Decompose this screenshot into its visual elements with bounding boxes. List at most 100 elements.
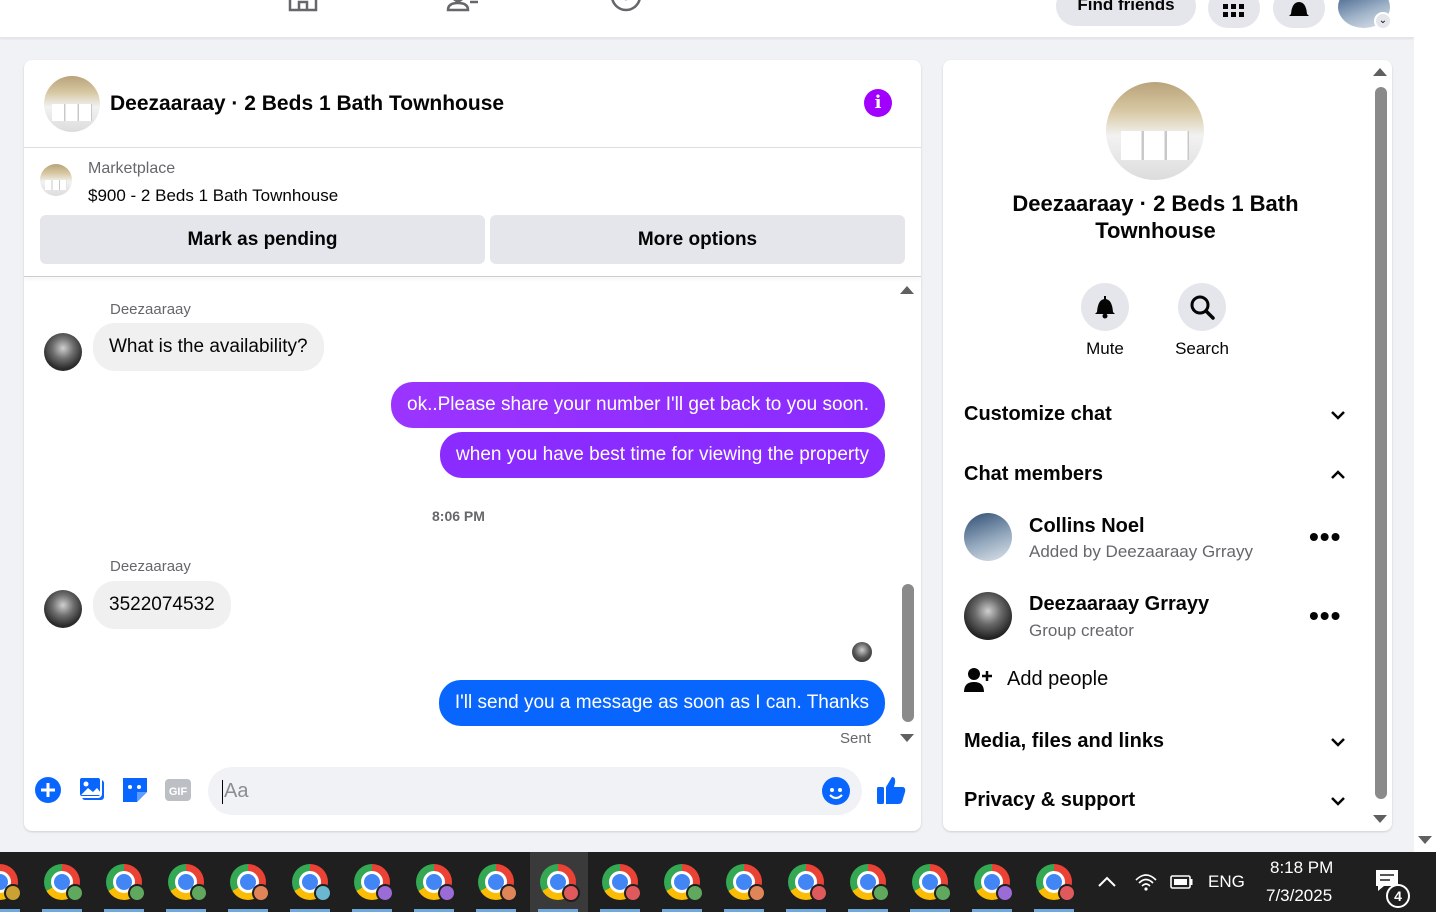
profile-badge-icon [128, 884, 146, 902]
notifications-icon [1289, 2, 1309, 16]
chrome-taskbar-icon[interactable] [788, 864, 828, 902]
profile-badge-icon [190, 884, 208, 902]
profile-badge-icon [66, 884, 84, 902]
mute-button[interactable] [1081, 283, 1129, 331]
profile-badge-icon [934, 884, 952, 902]
chrome-taskbar-icon[interactable] [292, 864, 332, 902]
taskbar: ENG 8:18 PM 7/3/2025 4 [0, 852, 1436, 912]
groups-icon[interactable] [609, 0, 643, 18]
chat-members-section[interactable]: Chat members [964, 463, 1348, 486]
sticker-icon[interactable] [121, 776, 149, 804]
chrome-taskbar-icon[interactable] [354, 864, 394, 902]
incoming-message[interactable]: What is the availability? [93, 323, 324, 371]
search-button[interactable] [1178, 283, 1226, 331]
message-sender: Deezaaraay [110, 558, 191, 575]
more-options-button[interactable]: More options [490, 215, 905, 264]
home-icon[interactable] [286, 0, 320, 18]
message-input[interactable]: Aa [208, 767, 862, 815]
customize-chat-section[interactable]: Customize chat [964, 403, 1348, 426]
battery-icon[interactable] [1168, 874, 1194, 890]
emoji-icon[interactable] [822, 777, 850, 805]
friends-icon[interactable] [446, 0, 480, 18]
listing-title[interactable]: $900 - 2 Beds 1 Bath Townhouse [88, 186, 338, 206]
language-indicator[interactable]: ENG [1208, 872, 1245, 892]
profile-badge-icon [748, 884, 766, 902]
panel-scroll-down-arrow[interactable] [1373, 815, 1387, 823]
chat-info-name: Deezaaraay · 2 Beds 1 Bath Townhouse [1012, 191, 1299, 243]
chevron-down-icon[interactable]: ⌄ [1374, 12, 1392, 30]
media-files-links-section[interactable]: Media, files and links [964, 730, 1348, 753]
chrome-taskbar-icon[interactable] [168, 864, 208, 902]
chat-panel: Deezaaraay · 2 Beds 1 Bath Townhouse i M… [24, 60, 921, 831]
chrome-taskbar-icon[interactable] [974, 864, 1014, 902]
find-friends-button[interactable]: Find friends [1056, 0, 1196, 26]
chrome-taskbar-icon[interactable] [478, 864, 518, 902]
chrome-taskbar-icon[interactable] [850, 864, 890, 902]
member-options-icon[interactable]: ••• [1309, 602, 1341, 630]
chrome-taskbar-icon[interactable] [106, 864, 146, 902]
outgoing-message[interactable]: when you have best time for viewing the … [440, 432, 885, 478]
menu-grid-button[interactable] [1208, 0, 1260, 28]
wifi-icon[interactable] [1134, 872, 1158, 892]
profile-badge-icon [4, 884, 22, 902]
notifications-button[interactable] [1273, 0, 1325, 28]
svg-text:GIF: GIF [169, 786, 188, 798]
scroll-down-arrow[interactable] [900, 734, 914, 742]
add-people-button[interactable]: Add people [1007, 668, 1108, 691]
outgoing-message[interactable]: ok..Please share your number I'll get ba… [391, 382, 885, 428]
search-label: Search [1175, 339, 1229, 358]
mark-as-pending-button[interactable]: Mark as pending [40, 215, 485, 264]
chat-header: Deezaaraay · 2 Beds 1 Bath Townhouse i [24, 60, 921, 148]
info-icon[interactable]: i [864, 89, 892, 117]
sender-avatar[interactable] [44, 333, 82, 371]
chrome-taskbar-icon[interactable] [602, 864, 642, 902]
seen-indicator-avatar [852, 642, 872, 662]
mute-label: Mute [1086, 339, 1124, 358]
profile-badge-icon [500, 884, 518, 902]
media-files-links-label: Media, files and links [964, 730, 1165, 752]
chrome-taskbar-icon[interactable] [44, 864, 84, 902]
chevron-up-icon[interactable] [1097, 874, 1117, 888]
chrome-taskbar-icon[interactable] [726, 864, 766, 902]
chat-avatar[interactable] [44, 76, 100, 132]
chat-title[interactable]: Deezaaraay · 2 Beds 1 Bath Townhouse [110, 92, 504, 116]
member-avatar[interactable] [964, 513, 1012, 561]
chrome-taskbar-icon[interactable] [0, 864, 22, 902]
page-scrollbar[interactable] [1414, 0, 1436, 852]
photo-icon[interactable] [78, 776, 106, 804]
incoming-message[interactable]: 3522074532 [93, 581, 231, 629]
add-person-icon[interactable] [964, 667, 992, 693]
privacy-support-label: Privacy & support [964, 789, 1136, 811]
chrome-taskbar-icon[interactable] [1036, 864, 1076, 902]
profile-badge-icon [686, 884, 704, 902]
member-avatar[interactable] [964, 592, 1012, 640]
chrome-taskbar-icon[interactable] [416, 864, 456, 902]
member-name[interactable]: Collins Noel [1029, 515, 1145, 538]
outgoing-message[interactable]: I'll send you a message as soon as I can… [438, 680, 885, 726]
messages-scrollbar-thumb[interactable] [902, 584, 914, 722]
clock-time[interactable]: 8:18 PM [1270, 858, 1333, 878]
message-timestamp: 8:06 PM [432, 508, 485, 524]
member-subtitle: Added by Deezaaraay Grrayy [1029, 542, 1253, 561]
clock-date[interactable]: 7/3/2025 [1266, 886, 1332, 906]
member-options-icon[interactable]: ••• [1309, 523, 1341, 551]
member-name[interactable]: Deezaaraay Grrayy [1029, 593, 1209, 616]
marketplace-label: Marketplace [88, 160, 176, 177]
panel-scrollbar-thumb[interactable] [1375, 87, 1387, 799]
privacy-support-section[interactable]: Privacy & support [964, 789, 1348, 812]
scroll-up-arrow[interactable] [900, 286, 914, 294]
gif-icon[interactable]: GIF [164, 776, 192, 804]
like-icon[interactable] [875, 774, 907, 806]
sender-avatar[interactable] [44, 590, 82, 628]
panel-scroll-up-arrow[interactable] [1373, 68, 1387, 76]
profile-badge-icon [562, 884, 580, 902]
chrome-taskbar-icon[interactable] [664, 864, 704, 902]
chrome-taskbar-icon[interactable] [230, 864, 270, 902]
profile-badge-icon [872, 884, 890, 902]
chat-info-avatar[interactable] [1106, 82, 1204, 180]
listing-thumbnail[interactable] [40, 164, 72, 196]
customize-chat-label: Customize chat [964, 403, 1112, 425]
chrome-taskbar-icon[interactable] [540, 864, 580, 902]
chrome-taskbar-icon[interactable] [912, 864, 952, 902]
plus-icon[interactable] [34, 776, 62, 804]
